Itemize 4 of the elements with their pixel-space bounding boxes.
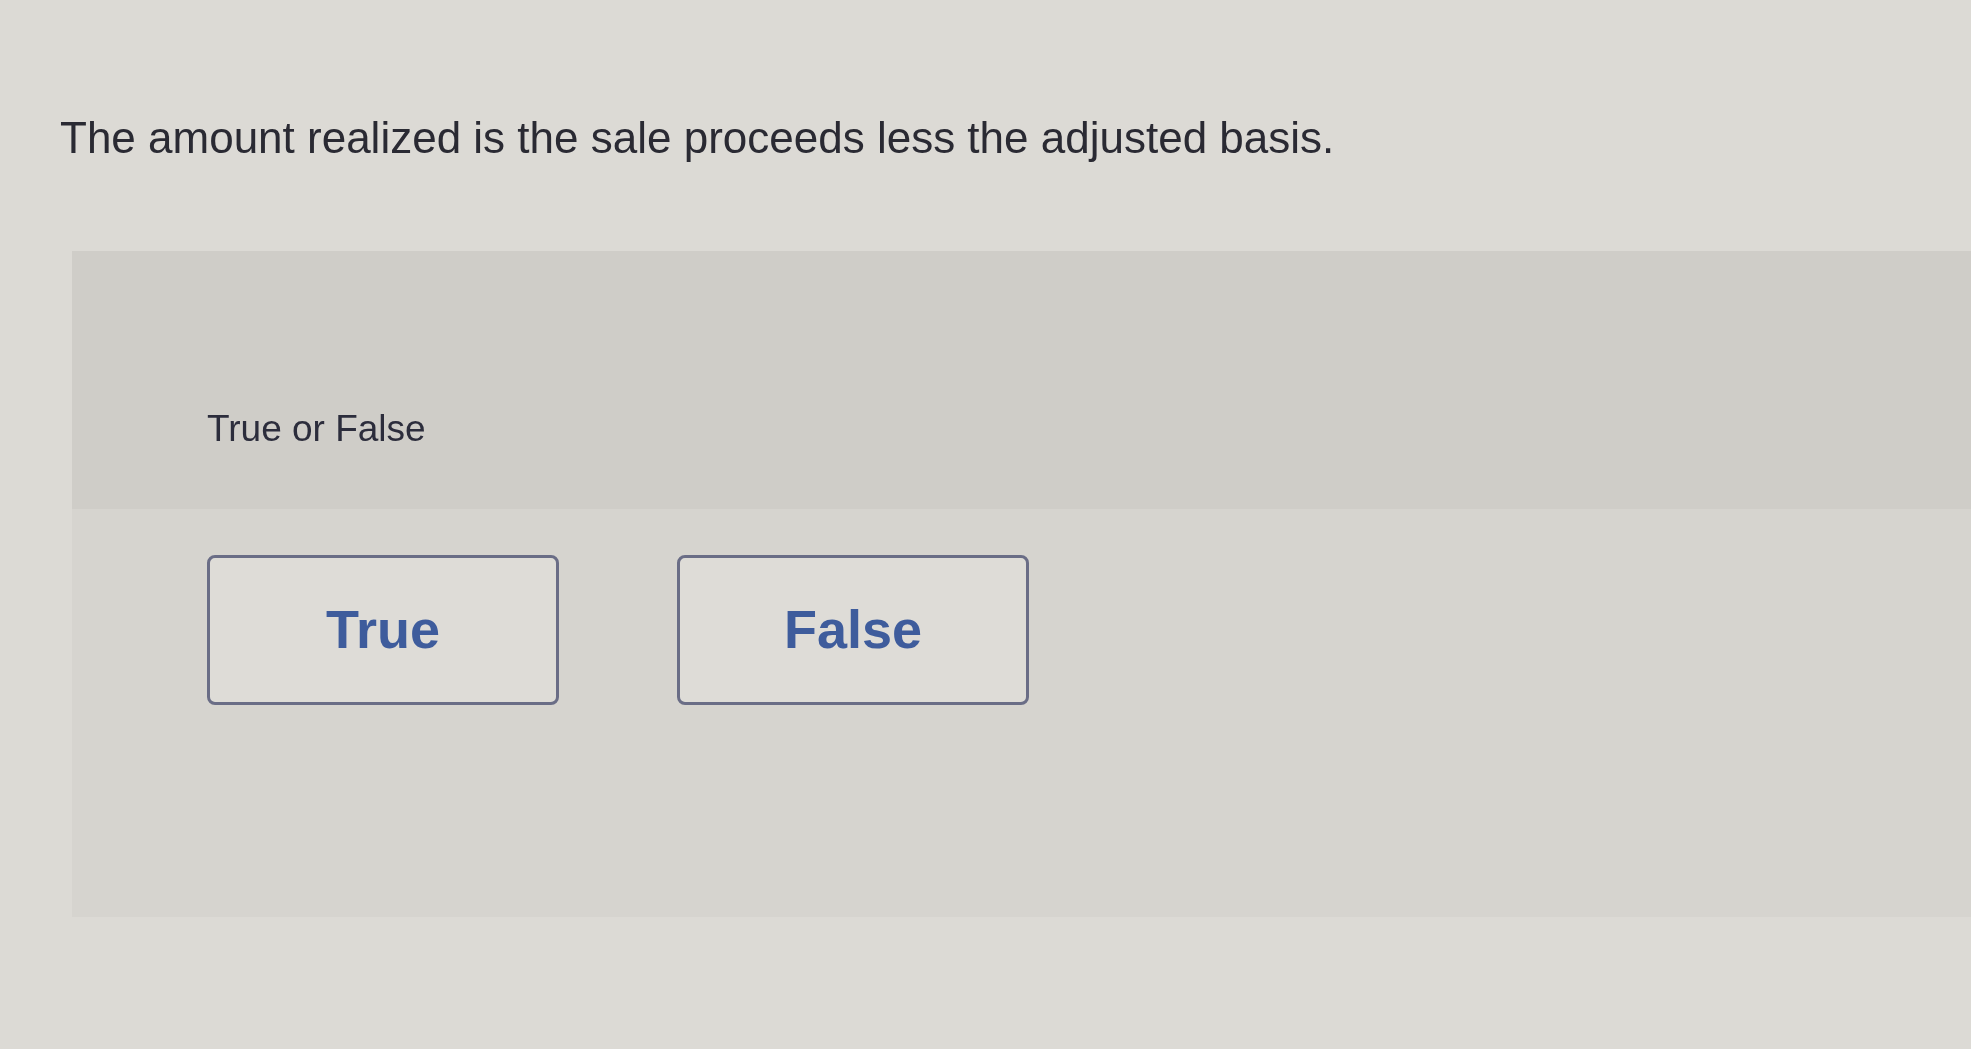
answer-option-button[interactable]: True xyxy=(207,554,559,705)
answer-option-button[interactable]: False xyxy=(677,554,1029,705)
question-text: The amount realized is the sale proceeds less the adjusted basis. xyxy=(59,112,1336,164)
question-type-label: True or False xyxy=(207,406,426,451)
